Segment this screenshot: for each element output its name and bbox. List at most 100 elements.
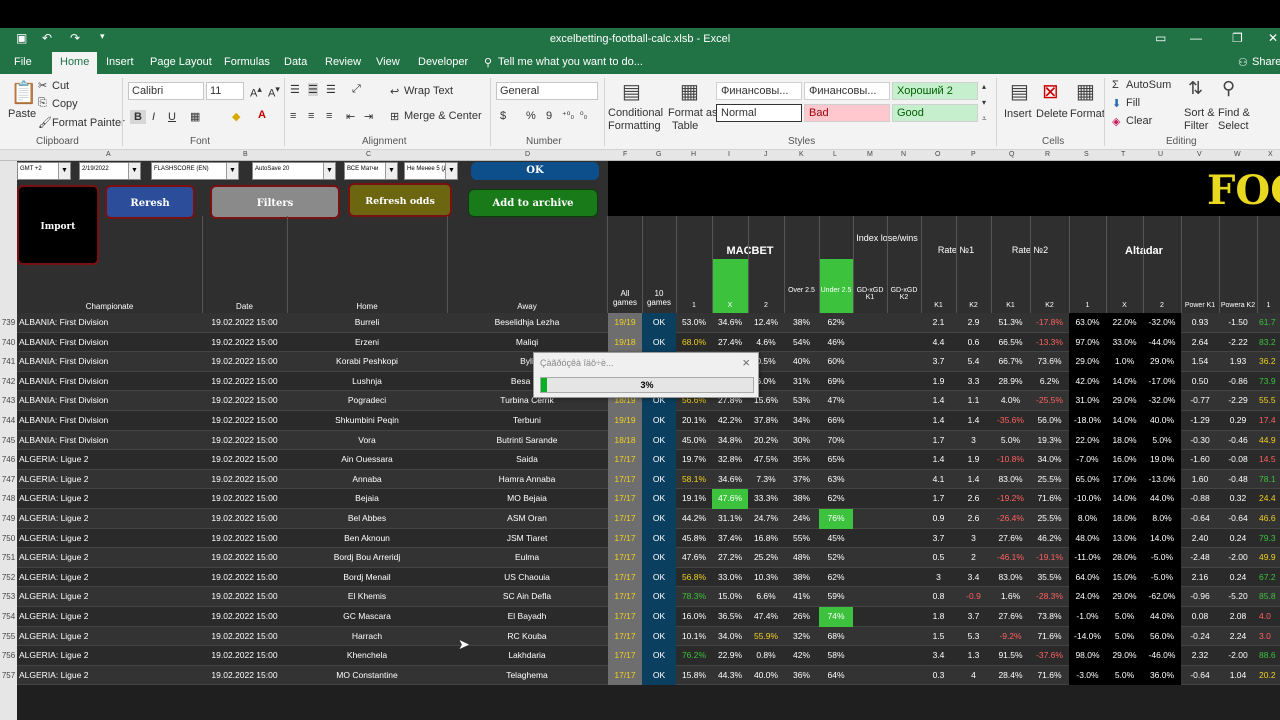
cell-r1[interactable]: -19.2%: [991, 489, 1030, 509]
cell-a2[interactable]: 14.0%: [1143, 528, 1181, 549]
cell-x[interactable]: 46.6: [1257, 509, 1280, 529]
table-row[interactable]: ALGERIA: Ligue 2 19.02.2022 15:00 Bejaia MO…: [17, 489, 1280, 509]
cell-un[interactable]: 74%: [819, 607, 853, 627]
cell-ax[interactable]: 5.0%: [1106, 607, 1143, 627]
cell-date[interactable]: 19.02.2022 15:00: [202, 391, 287, 411]
cell-r2[interactable]: 46.2%: [1030, 529, 1069, 549]
cell-all[interactable]: 17/17: [608, 626, 642, 647]
align-top-icon[interactable]: ☰: [290, 83, 300, 96]
cell-k1[interactable]: 0.9: [921, 509, 956, 529]
cell-a1[interactable]: -18.0%: [1069, 411, 1106, 431]
cell-away[interactable]: Butrinti Sarande: [447, 431, 607, 451]
cell-r2[interactable]: 71.6%: [1030, 666, 1069, 686]
cell-m2[interactable]: 40.0%: [748, 666, 784, 686]
cell-all[interactable]: 17/17: [608, 567, 642, 588]
dropdown-arrow-icon[interactable]: ▼: [128, 163, 140, 179]
cell-k1[interactable]: 1.4: [921, 450, 956, 470]
cell-date[interactable]: 19.02.2022 15:00: [202, 431, 287, 451]
table-row[interactable]: ALGERIA: Ligue 2 19.02.2022 15:00 Bordj Me…: [17, 567, 1280, 588]
cell-date[interactable]: 19.02.2022 15:00: [202, 587, 287, 607]
close-icon[interactable]: ×: [742, 355, 750, 370]
cell-ten[interactable]: OK: [642, 528, 676, 549]
cell-x[interactable]: 73.9: [1257, 372, 1280, 392]
dropdown-arrow-icon[interactable]: ▼: [323, 163, 335, 179]
cell-k1[interactable]: 2.1: [921, 313, 956, 333]
refresh-button[interactable]: Reresh: [105, 185, 195, 219]
cell-ten[interactable]: OK: [642, 607, 676, 627]
cell-a2[interactable]: -32.0%: [1143, 313, 1181, 333]
style-good[interactable]: Good: [892, 104, 978, 122]
cell-away[interactable]: Lakhdaria: [447, 646, 607, 666]
cell-m2[interactable]: 47.4%: [748, 607, 784, 627]
cell-m1[interactable]: 45.0%: [676, 431, 712, 451]
cell-ov[interactable]: 38%: [784, 568, 819, 588]
cell-date[interactable]: 19.02.2022 15:00: [202, 568, 287, 588]
cell-k2[interactable]: 1.4: [956, 470, 991, 490]
cell-r2[interactable]: 34.0%: [1030, 450, 1069, 470]
cell-r2[interactable]: -17.8%: [1030, 313, 1069, 333]
cell-ten[interactable]: OK: [642, 332, 676, 353]
close-window-icon[interactable]: ✕: [1268, 31, 1278, 45]
cell-home[interactable]: Korabi Peshkopi: [287, 352, 447, 372]
cell-home[interactable]: Bordj Bou Arreridj: [287, 548, 447, 568]
cell-m1[interactable]: 78.3%: [676, 587, 712, 607]
cell-p2[interactable]: 2.08: [1219, 607, 1257, 627]
cell-m1[interactable]: 44.2%: [676, 509, 712, 529]
cell-ov[interactable]: 48%: [784, 548, 819, 568]
cell-r1[interactable]: -10.8%: [991, 450, 1030, 470]
cell-p2[interactable]: 0.32: [1219, 489, 1257, 509]
cell-date[interactable]: 19.02.2022 15:00: [202, 470, 287, 490]
col-header[interactable]: H: [691, 151, 696, 158]
col-header[interactable]: N: [901, 151, 906, 158]
cell-all[interactable]: 17/17: [608, 489, 642, 509]
cell-ax[interactable]: 18.0%: [1106, 430, 1143, 451]
cell-k2[interactable]: 3.4: [956, 568, 991, 588]
styles-scroll-up-icon[interactable]: ▴: [982, 82, 986, 91]
table-row[interactable]: ALBANIA: First Division 19.02.2022 15:00 E…: [17, 332, 1280, 353]
col-header[interactable]: I: [728, 151, 730, 158]
cell-ten[interactable]: OK: [642, 450, 676, 470]
cell-all[interactable]: 17/17: [608, 469, 642, 490]
cell-m2[interactable]: 47.5%: [748, 450, 784, 470]
cell-k1[interactable]: 0.8: [921, 587, 956, 607]
insert-button[interactable]: Insert: [1004, 108, 1032, 120]
col-header[interactable]: O: [935, 151, 940, 158]
cell-date[interactable]: 19.02.2022 15:00: [202, 450, 287, 470]
cell-p2[interactable]: -0.86: [1219, 372, 1257, 392]
cell-r1[interactable]: 66.7%: [991, 352, 1030, 372]
cell-m1[interactable]: 58.1%: [676, 470, 712, 490]
table-row[interactable]: ALGERIA: Ligue 2 19.02.2022 15:00 Khenchel…: [17, 646, 1280, 666]
ok-button[interactable]: OK: [471, 162, 599, 180]
cell-home[interactable]: Shkumbini Peqin: [287, 411, 447, 431]
cell-champ[interactable]: ALBANIA: First Division: [17, 333, 202, 353]
table-row[interactable]: ALBANIA: First Division 19.02.2022 15:00 S…: [17, 411, 1280, 431]
cell-ov[interactable]: 35%: [784, 450, 819, 470]
cell-away[interactable]: RC Kouba: [447, 627, 607, 647]
orientation-icon[interactable]: ⤢: [352, 83, 361, 96]
cell-champ[interactable]: ALGERIA: Ligue 2: [17, 529, 202, 549]
cell-x[interactable]: 55.5: [1257, 391, 1280, 411]
cell-a2[interactable]: 8.0%: [1143, 509, 1181, 529]
row-number[interactable]: 744: [0, 416, 17, 425]
autosum-button[interactable]: AutoSum: [1126, 79, 1171, 91]
row-number[interactable]: 748: [0, 494, 17, 503]
cell-champ[interactable]: ALGERIA: Ligue 2: [17, 666, 202, 686]
row-number[interactable]: 747: [0, 475, 17, 484]
cell-away[interactable]: ASM Oran: [447, 509, 607, 529]
cell-mx[interactable]: 47.6%: [712, 489, 748, 509]
cell-ax[interactable]: 5.0%: [1106, 626, 1143, 647]
cell-home[interactable]: Bordj Menail: [287, 568, 447, 588]
cell-x[interactable]: 88.6: [1257, 646, 1280, 666]
cell-mx[interactable]: 36.5%: [712, 607, 748, 627]
cell-ov[interactable]: 26%: [784, 607, 819, 627]
grow-font-icon[interactable]: A▴: [250, 84, 262, 100]
font-name-box[interactable]: Calibri: [128, 82, 204, 100]
cell-p1[interactable]: 2.64: [1181, 333, 1219, 353]
col-header[interactable]: P: [971, 151, 976, 158]
cell-away[interactable]: Terbuni: [447, 411, 607, 431]
cell-ax[interactable]: 5.0%: [1106, 665, 1143, 686]
cell-date[interactable]: 19.02.2022 15:00: [202, 529, 287, 549]
cell-r1[interactable]: 27.6%: [991, 529, 1030, 549]
filters-button[interactable]: Filters: [210, 185, 340, 219]
cell-away[interactable]: JSM Tiaret: [447, 529, 607, 549]
